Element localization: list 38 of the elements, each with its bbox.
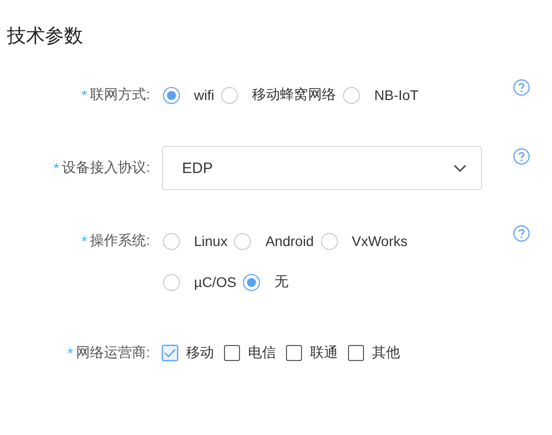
option-label: NB-IoT [374,87,419,103]
radio-button[interactable] [234,232,252,250]
help-icon[interactable] [513,79,530,96]
dropdown[interactable]: EDP [162,146,482,190]
radio-button[interactable] [163,86,180,104]
field-label: 设备接入协议: [62,159,150,177]
section-title: 技术参数 [6,25,83,49]
required-mark: * [82,233,88,249]
checkbox[interactable] [224,345,240,361]
option-label: µC/OS [194,274,236,290]
option-label: wifi [194,87,214,103]
chevron-down-icon [453,164,467,172]
required-mark: * [82,87,88,103]
checkbox[interactable] [348,345,364,361]
help-icon[interactable] [513,225,530,242]
field-label: 网络运营商: [76,344,150,362]
required-mark: * [54,160,60,176]
option-label: 其他 [372,344,400,362]
radio-button[interactable] [243,274,260,290]
radio-button[interactable] [221,86,238,104]
option-label: Android [265,233,314,249]
help-icon[interactable] [513,148,530,165]
radio-button[interactable] [320,232,338,250]
option-label: 移动蜂窝网络 [252,86,336,104]
checkbox[interactable] [162,345,178,361]
radio-button[interactable] [163,274,180,290]
radio-button[interactable] [343,86,360,104]
option-label: Linux [194,233,228,249]
required-mark: * [68,345,74,361]
option-label: VxWorks [352,233,408,249]
checkbox[interactable] [286,345,302,361]
option-label: 移动 [186,344,214,362]
radio-button[interactable] [163,232,180,250]
option-label: 电信 [248,344,276,362]
field-label: 操作系统: [90,232,150,250]
option-label: 联通 [310,344,338,362]
option-label: 无 [274,273,288,291]
field-label: 联网方式: [90,86,150,104]
